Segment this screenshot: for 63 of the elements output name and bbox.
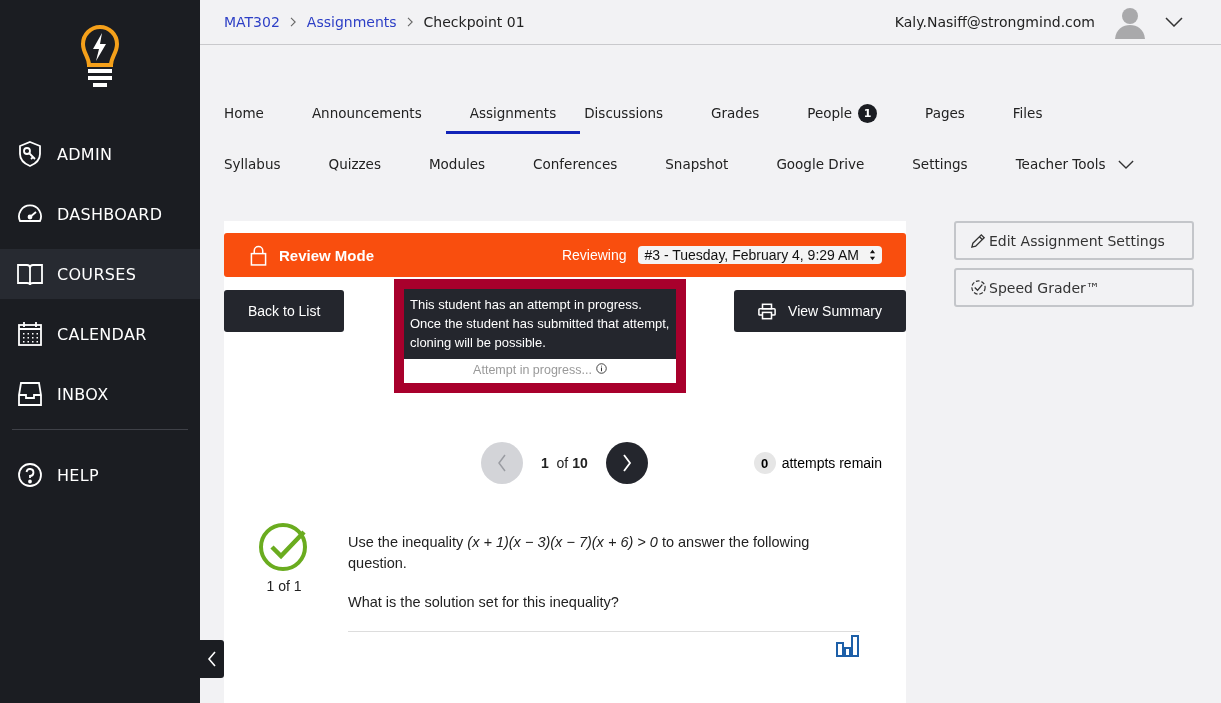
course-tab[interactable]: Grades [707, 95, 784, 134]
question-text: Use the inequality (x + 1)(x − 3)(x − 7)(x + 6) > 0 to answer the following question. [348, 533, 811, 573]
course-tab[interactable]: Assignments [445, 95, 581, 134]
back-to-list-button[interactable]: Back to List [224, 290, 345, 332]
sidebar-item[interactable]: CALENDAR [0, 309, 200, 359]
chevron-left-icon [497, 454, 507, 472]
course-tab[interactable]: People 1 [803, 95, 902, 134]
lightbulb-logo-icon [80, 25, 120, 89]
course-tab[interactable]: Files [1008, 95, 1067, 134]
next-question-button[interactable] [605, 442, 648, 484]
chevron-down-icon[interactable] [1165, 17, 1183, 27]
inbox-icon [17, 381, 43, 407]
question-prompt: What is the solution set for this inequality? [348, 593, 620, 612]
help-icon [17, 462, 43, 488]
sidebar-item[interactable]: HELP [0, 450, 200, 500]
view-summary-button[interactable]: View Summary [734, 290, 906, 332]
course-tab[interactable]: Quizzes [324, 146, 405, 185]
sidebar-item[interactable]: COURSES [0, 249, 200, 299]
attempts-remain-label: attempts remain [781, 455, 882, 471]
sidebar-item[interactable]: ADMIN [0, 129, 200, 179]
breadcrumb-link[interactable]: MAT302 [224, 14, 280, 30]
course-tab[interactable]: Syllabus [220, 146, 305, 185]
course-tab[interactable]: Modules [424, 146, 510, 185]
course-tab[interactable]: Discussions [580, 95, 688, 134]
sidebar-item[interactable]: INBOX [0, 369, 200, 419]
course-tab[interactable]: Home [220, 95, 288, 134]
padlock-icon [250, 244, 267, 266]
course-tab[interactable]: Teacher Tools [1011, 146, 1158, 185]
tooltip: This student has an attempt in progress. Once the student has submitted that attempt, cloning will be possible. [404, 289, 676, 359]
dashed-check-circle-icon [970, 279, 987, 296]
course-tab[interactable]: Announcements [307, 95, 446, 134]
course-tab[interactable]: Google Drive [772, 146, 889, 185]
pencil-icon [970, 232, 987, 249]
chevron-right-icon [406, 17, 414, 27]
course-tab[interactable]: Settings [908, 146, 992, 185]
chevron-right-icon [621, 454, 632, 472]
sidebar-item[interactable]: DASHBOARD [0, 189, 200, 239]
course-tab[interactable]: Snapshot [661, 146, 753, 185]
notification-badge: 1 [858, 103, 878, 123]
shield-key-icon [17, 141, 43, 167]
select-arrows-icon [869, 249, 876, 261]
collapse-sidebar-button[interactable] [200, 640, 224, 678]
attempts-count-badge: 0 [753, 452, 776, 474]
calendar-icon [17, 321, 43, 347]
printer-icon [758, 302, 777, 320]
breadcrumb-link[interactable]: Assignments [306, 14, 397, 30]
chevron-right-icon [289, 17, 297, 27]
course-tab[interactable]: Conferences [529, 146, 642, 185]
edit-settings-button[interactable]: Edit Assignment Settings [954, 221, 1194, 260]
course-tab[interactable]: Pages [921, 95, 989, 134]
user-email: Kaly.Nasiff@strongmind.com [894, 14, 1095, 30]
info-icon[interactable] [595, 363, 607, 374]
chevron-left-icon [207, 651, 217, 667]
breadcrumb-current: Checkpoint 01 [423, 14, 525, 30]
reviewing-label: Reviewing [561, 247, 627, 263]
attempt-status: Attempt in progress... [473, 363, 592, 377]
bar-chart-icon[interactable] [836, 635, 860, 657]
book-icon [17, 261, 43, 287]
question-score: 1 of 1 [266, 578, 302, 594]
review-mode-title: Review Mode [279, 246, 375, 264]
page-indicator: 1 of 10 [541, 455, 588, 471]
attempt-select[interactable]: #3 - Tuesday, February 4, 9:29 AM [638, 246, 882, 264]
speed-grader-button[interactable]: Speed Grader™ [954, 268, 1194, 307]
